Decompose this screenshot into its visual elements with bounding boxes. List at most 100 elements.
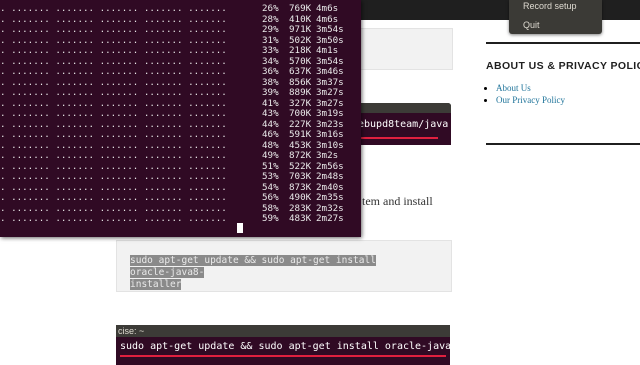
- progress-percent: 41%: [262, 97, 279, 109]
- progress-eta: 2m35s: [316, 192, 344, 203]
- list-item: Our Privacy Policy: [496, 94, 640, 106]
- progress-percent: 53%: [262, 171, 279, 182]
- widget-link-list: About Us Our Privacy Policy: [486, 82, 640, 106]
- progress-size: 522K: [289, 160, 312, 172]
- progress-size: 700K: [289, 108, 312, 119]
- progress-dots: . ....... ....... ....... ....... ......…: [0, 181, 227, 193]
- progress-eta: 3m46s: [316, 66, 344, 77]
- progress-dots: . ....... ....... ....... ....... ......…: [0, 139, 227, 151]
- terminal-cursor: [237, 223, 243, 233]
- progress-size: 591K: [289, 129, 312, 140]
- divider: [486, 42, 640, 44]
- progress-size: 483K: [289, 213, 312, 224]
- progress-dots: . ....... ....... ....... ....... ......…: [0, 213, 227, 224]
- progress-eta: 3m16s: [316, 129, 344, 140]
- progress-percent: 59%: [262, 213, 279, 224]
- progress-percent: 43%: [262, 108, 279, 119]
- progress-eta: 2m56s: [316, 160, 344, 172]
- list-item: About Us: [496, 82, 640, 94]
- progress-dots: . ....... ....... ....... ....... ......…: [0, 34, 227, 46]
- about-us-link[interactable]: About Us: [496, 83, 531, 93]
- progress-percent: 29%: [262, 24, 279, 35]
- progress-dots: . ....... ....... ....... ....... ......…: [0, 150, 227, 161]
- progress-size: 502K: [289, 34, 312, 46]
- progress-dots: . ....... ....... ....... ....... ......…: [0, 66, 227, 77]
- progress-dots: . ....... ....... ....... ....... ......…: [0, 171, 227, 182]
- terminal-window[interactable]: . ....... ....... ....... ....... ......…: [0, 0, 361, 237]
- progress-eta: 4m1s: [316, 45, 339, 56]
- terminal-titlebar: [355, 103, 451, 113]
- code-line-1: sudo apt-get update && sudo apt-get inst…: [130, 255, 376, 278]
- progress-dots: . ....... ....... ....... ....... ......…: [0, 108, 227, 119]
- progress-dots: . ....... ....... ....... ....... ......…: [0, 87, 227, 98]
- progress-size: 873K: [289, 181, 312, 193]
- progress-eta: 3m37s: [316, 76, 344, 88]
- code-line-2: installer: [130, 279, 182, 290]
- progress-eta: 3m54s: [316, 55, 344, 67]
- progress-eta: 2m40s: [316, 181, 344, 193]
- progress-percent: 26%: [262, 3, 279, 14]
- progress-dots: . ....... ....... ....... ....... ......…: [0, 76, 227, 88]
- progress-dots: . ....... ....... ....... ....... ......…: [0, 45, 227, 56]
- progress-size: 410K: [289, 13, 312, 25]
- menu-item-record-setup[interactable]: Record setup: [523, 1, 577, 11]
- highlight-underline: [358, 137, 438, 139]
- progress-eta: 4m6s: [316, 3, 339, 14]
- progress-percent: 58%: [262, 202, 279, 214]
- progress-eta: 3m27s: [316, 97, 344, 109]
- progress-eta: 3m50s: [316, 34, 344, 46]
- progress-dots: . ....... ....... ....... ....... ......…: [0, 160, 227, 172]
- progress-size: 872K: [289, 150, 312, 161]
- progress-eta: 4m6s: [316, 13, 339, 25]
- progress-percent: 48%: [262, 139, 279, 151]
- code-block-text[interactable]: sudo apt-get update && sudo apt-get inst…: [130, 255, 420, 291]
- progress-size: 490K: [289, 192, 312, 203]
- progress-percent: 28%: [262, 13, 279, 25]
- progress-size: 453K: [289, 139, 312, 151]
- progress-percent: 34%: [262, 55, 279, 67]
- install-command-text: sudo apt-get update && sudo apt-get inst…: [120, 341, 518, 352]
- sidebar-widget: ABOUT US & PRIVACY POLIC About Us Our Pr…: [486, 42, 640, 106]
- progress-percent: 38%: [262, 76, 279, 88]
- terminal-body: sudo apt-get update && sudo apt-get inst…: [116, 337, 517, 365]
- progress-size: 971K: [289, 24, 312, 35]
- progress-dots: . ....... ....... ....... ....... ......…: [0, 192, 227, 203]
- progress-size: 570K: [289, 55, 312, 67]
- progress-dots: . ....... ....... ....... ....... ......…: [0, 202, 227, 214]
- progress-size: 637K: [289, 66, 312, 77]
- progress-percent: 51%: [262, 160, 279, 172]
- progress-eta: 3m54s: [316, 24, 344, 35]
- progress-dots: . ....... ....... ....... ....... ......…: [0, 24, 227, 35]
- progress-eta: 2m27s: [316, 213, 344, 224]
- progress-dots: . ....... ....... ....... ....... ......…: [0, 55, 227, 67]
- progress-size: 856K: [289, 76, 312, 88]
- widget-heading: ABOUT US & PRIVACY POLIC: [486, 60, 640, 72]
- progress-dots: . ....... ....... ....... ....... ......…: [0, 129, 227, 140]
- progress-dots: . ....... ....... ....... ....... ......…: [0, 13, 227, 25]
- progress-dots: . ....... ....... ....... ....... ......…: [0, 118, 227, 130]
- terminal-title: cise: ~: [116, 325, 450, 337]
- progress-size: 327K: [289, 97, 312, 109]
- progress-eta: 3m19s: [316, 108, 344, 119]
- progress-size: 769K: [289, 3, 312, 14]
- terminal-screenshot-install: cise: ~ sudo apt-get update && sudo apt-…: [116, 325, 517, 365]
- recorder-dropdown-menu: Record setup Quit: [509, 0, 602, 34]
- progress-eta: 3m2s: [316, 150, 339, 161]
- progress-size: 227K: [289, 118, 312, 130]
- progress-eta: 2m48s: [316, 171, 344, 182]
- progress-eta: 2m32s: [316, 202, 344, 214]
- progress-dots: . ....... ....... ....... ....... ......…: [0, 3, 227, 14]
- progress-percent: 49%: [262, 150, 279, 161]
- menu-item-quit[interactable]: Quit: [523, 20, 540, 30]
- progress-percent: 56%: [262, 192, 279, 203]
- progress-size: 889K: [289, 87, 312, 98]
- privacy-policy-link[interactable]: Our Privacy Policy: [496, 95, 565, 105]
- progress-percent: 46%: [262, 129, 279, 140]
- progress-percent: 39%: [262, 87, 279, 98]
- progress-eta: 3m27s: [316, 87, 344, 98]
- progress-eta: 3m10s: [316, 139, 344, 151]
- content-box: [355, 28, 453, 70]
- progress-dots: . ....... ....... ....... ....... ......…: [0, 97, 227, 109]
- article-text: tem and install: [362, 194, 433, 208]
- progress-percent: 33%: [262, 45, 279, 56]
